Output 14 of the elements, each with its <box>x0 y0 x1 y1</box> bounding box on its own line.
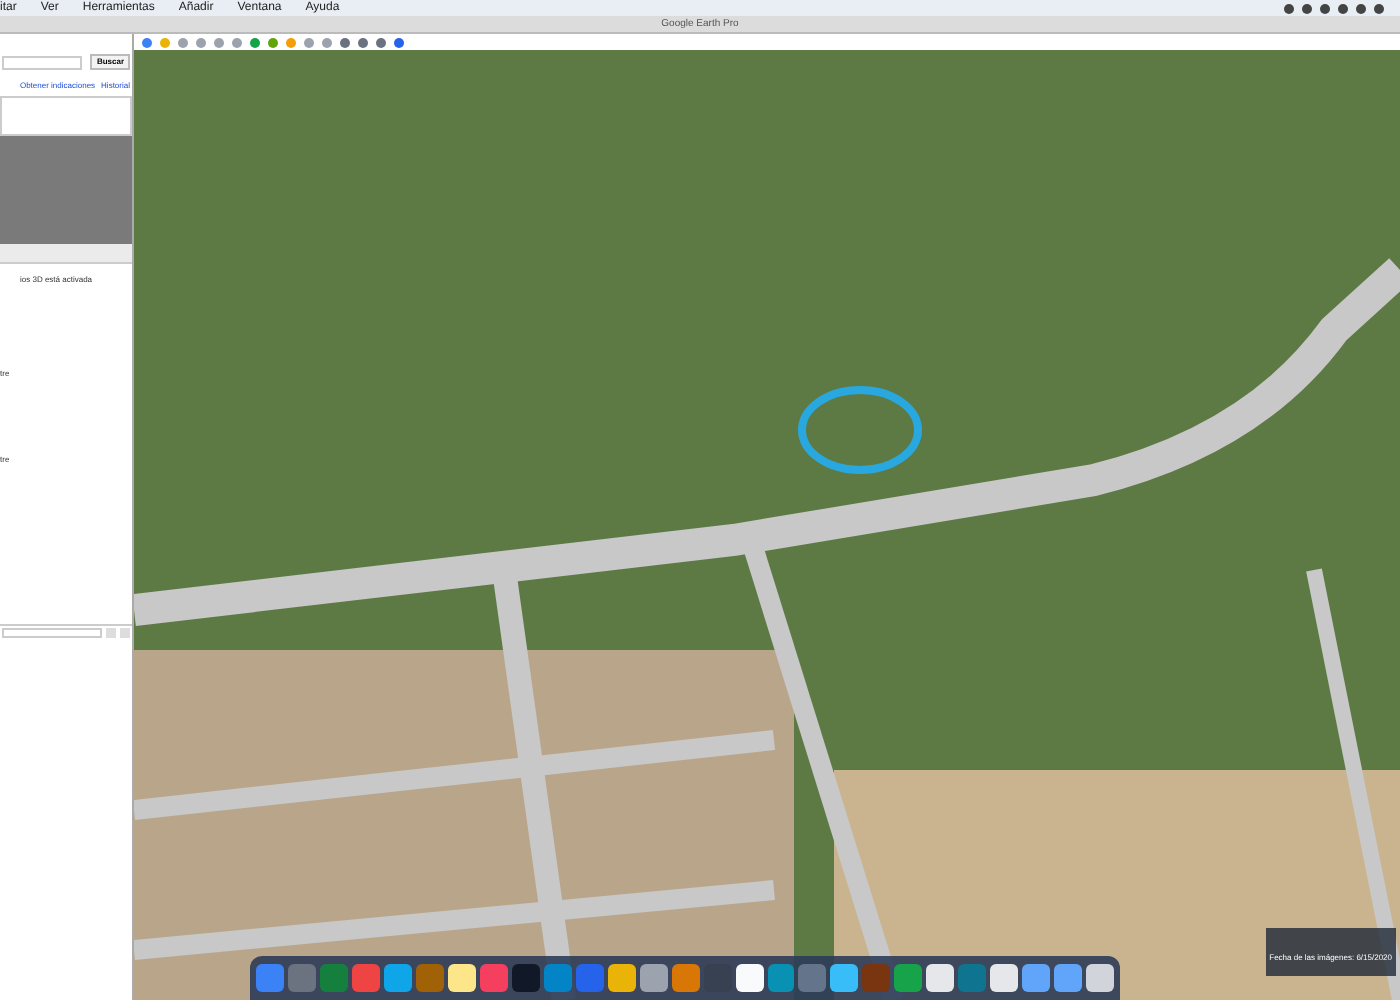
input-field[interactable] <box>2 628 102 638</box>
app-icon[interactable] <box>1054 964 1083 992</box>
app-icon[interactable] <box>830 964 859 992</box>
app-icon[interactable] <box>1086 964 1115 992</box>
app-icon[interactable] <box>639 964 668 992</box>
app-icon[interactable] <box>447 964 476 992</box>
app-icon[interactable] <box>1022 964 1051 992</box>
app-icon[interactable] <box>735 964 763 992</box>
preview-area <box>0 136 132 244</box>
app-icon[interactable] <box>607 964 636 992</box>
search-field[interactable] <box>2 55 83 69</box>
layers-header <box>0 244 132 264</box>
app-icon[interactable] <box>990 964 1019 992</box>
app-icon[interactable] <box>926 964 955 992</box>
